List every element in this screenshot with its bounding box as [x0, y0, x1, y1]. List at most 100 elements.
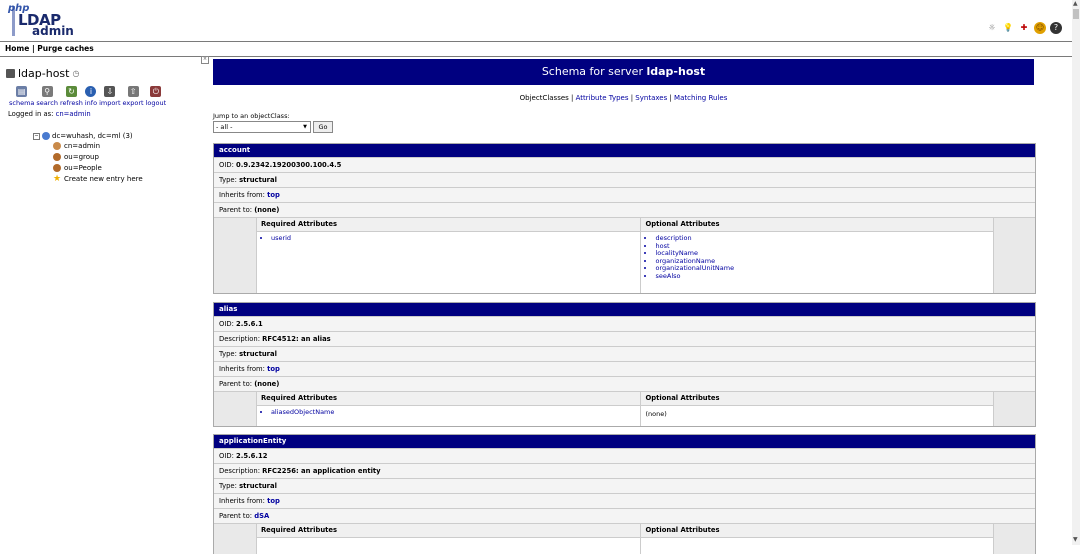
attributes-table: Required Attributes aliasedObjectName Op… [214, 391, 1035, 426]
objectclass-alias: alias OID: 2.5.6.1 Description: RFC4512:… [213, 302, 1036, 427]
subnav-matching-rules[interactable]: Matching Rules [674, 94, 727, 102]
left-panel: × ldap-host ◷ ▤ schema ⚲ search ↻ refresh i… [0, 56, 209, 545]
inherits-row: Inherits from: top [214, 361, 1035, 376]
optional-attributes: Optional Attributes [640, 524, 994, 554]
attr-link[interactable]: seeAlso [655, 272, 993, 281]
phpldapadmin-logo[interactable]: php LDAP admin [4, 3, 74, 38]
tree-item-ou-group[interactable]: ou=group [53, 151, 143, 162]
smiley-icon[interactable]: ☺ [1034, 22, 1046, 34]
jump-controls: - all - ▼ Go [213, 121, 333, 133]
tool-search[interactable]: ⚲ search [36, 86, 58, 107]
export-icon: ⇧ [127, 86, 139, 97]
search-icon: ⚲ [41, 86, 53, 97]
page-title-host: ldap-host [646, 65, 706, 78]
logo-admin: admin [32, 24, 74, 38]
clock-icon: ◷ [72, 69, 80, 78]
tool-import[interactable]: ⇩ import [99, 86, 121, 107]
collapse-icon[interactable]: − [33, 132, 40, 140]
bug-icon[interactable]: ☼ [986, 22, 998, 34]
scroll-down-icon[interactable]: ▼ [1073, 536, 1078, 543]
inherits-link[interactable]: top [267, 497, 280, 505]
group-icon [53, 152, 61, 161]
inherits-row: Inherits from: top [214, 187, 1035, 202]
description-row: Description: RFC4512: an alias [214, 331, 1035, 346]
lightbulb-icon[interactable]: 💡 [1002, 22, 1014, 34]
tool-info[interactable]: i info [85, 86, 97, 107]
parent-row: Parent to: (none) [214, 376, 1035, 391]
tree-item-cn-admin[interactable]: cn=admin [53, 140, 143, 151]
people-icon [53, 163, 61, 172]
type-row: Type: structural [214, 172, 1035, 187]
attributes-table: Required Attributes userid Optional Attr… [214, 217, 1035, 293]
objectclass-name: alias [214, 303, 1035, 316]
required-attributes: Required Attributes aliasedObjectName [255, 392, 641, 426]
wrench-icon[interactable]: ✚ [1018, 22, 1030, 34]
star-icon: ★ [53, 173, 62, 184]
user-icon [53, 141, 61, 150]
oid-row: OID: 0.9.2342.19200300.100.4.5 [214, 157, 1035, 172]
globe-icon [42, 132, 50, 140]
oid-row: OID: 2.5.6.1 [214, 316, 1035, 331]
close-panel-icon[interactable]: × [201, 56, 209, 64]
inherits-row: Inherits from: top [214, 493, 1035, 508]
home-purge-links[interactable]: Home | Purge caches [5, 44, 94, 53]
inherits-link[interactable]: top [267, 191, 280, 199]
subnav-syntaxes[interactable]: Syntaxes [635, 94, 667, 102]
attr-link[interactable]: description [655, 234, 993, 243]
tree-root[interactable]: − dc=wuhash, dc=ml (3) [33, 132, 143, 140]
server-toolbar: ▤ schema ⚲ search ↻ refresh i info ⇩ import ⇧… [9, 86, 168, 107]
server-icon [6, 69, 15, 78]
top-icons: ☼ 💡 ✚ ☺ ? [986, 22, 1062, 36]
tool-export[interactable]: ⇧ export [123, 86, 144, 107]
logout-icon: ⏻ [150, 86, 162, 97]
ldap-tree: − dc=wuhash, dc=ml (3) cn=admin ou=group… [33, 132, 143, 184]
tool-refresh[interactable]: ↻ refresh [60, 86, 83, 107]
tree-item-create-new[interactable]: ★ Create new entry here [53, 173, 143, 184]
tree-root-label[interactable]: dc=wuhash, dc=ml (3) [52, 132, 133, 140]
attr-link[interactable]: userid [271, 234, 641, 243]
required-attributes: Required Attributes [255, 524, 641, 554]
parent-link[interactable]: dSA [254, 512, 269, 520]
parent-row: Parent to: dSA [214, 508, 1035, 523]
oid-row: OID: 2.5.6.12 [214, 448, 1035, 463]
attributes-table: Required Attributes Optional Attributes [214, 523, 1035, 554]
scroll-thumb[interactable] [1073, 9, 1079, 19]
optional-attributes: Optional Attributes (none) [640, 392, 994, 426]
links-bar: Home | Purge caches [0, 41, 1072, 57]
logged-in-prefix: Logged in as: [8, 110, 56, 118]
jump-label: Jump to an objectClass: [213, 112, 290, 120]
tool-logout[interactable]: ⏻ logout [146, 86, 166, 107]
inherits-link[interactable]: top [267, 365, 280, 373]
page-scrollbar[interactable]: ▲ ▼ [1072, 0, 1080, 545]
subnav-objectclasses[interactable]: ObjectClasses [520, 94, 569, 102]
objectclass-name: account [214, 144, 1035, 157]
attr-link[interactable]: organizationalUnitName [655, 264, 993, 273]
tool-schema[interactable]: ▤ schema [9, 86, 34, 107]
optional-attributes: Optional Attributes description host loc… [640, 218, 994, 293]
server-host-name[interactable]: ldap-host [18, 67, 69, 80]
attr-link[interactable]: host [655, 242, 993, 251]
page-title: Schema for server ldap-host [213, 59, 1034, 85]
info-icon: i [85, 86, 97, 97]
required-attributes: Required Attributes userid [255, 218, 641, 293]
go-button[interactable]: Go [313, 121, 333, 133]
subnav-attribute-types[interactable]: Attribute Types [576, 94, 629, 102]
tree-item-ou-people[interactable]: ou=People [53, 162, 143, 173]
schema-icon: ▤ [16, 86, 28, 97]
description-row: Description: RFC2256: an application ent… [214, 463, 1035, 478]
schema-subnav: ObjectClasses | Attribute Types | Syntax… [519, 94, 728, 102]
type-row: Type: structural [214, 478, 1035, 493]
help-icon[interactable]: ? [1050, 22, 1062, 34]
attr-link[interactable]: aliasedObjectName [271, 408, 641, 417]
objectclass-name: applicationEntity [214, 435, 1035, 448]
import-icon: ⇩ [104, 86, 116, 97]
top-bar: php LDAP admin ☼ 💡 ✚ ☺ ? [0, 0, 1072, 41]
objectclass-select[interactable]: - all - ▼ [213, 121, 311, 133]
server-host: ldap-host ◷ [6, 67, 79, 80]
objectclass-account: account OID: 0.9.2342.19200300.100.4.5 T… [213, 143, 1036, 294]
chevron-down-icon: ▼ [303, 124, 307, 130]
logged-in-user-link[interactable]: cn=admin [56, 110, 91, 118]
scroll-up-icon[interactable]: ▲ [1073, 0, 1078, 7]
type-row: Type: structural [214, 346, 1035, 361]
parent-row: Parent to: (none) [214, 202, 1035, 217]
